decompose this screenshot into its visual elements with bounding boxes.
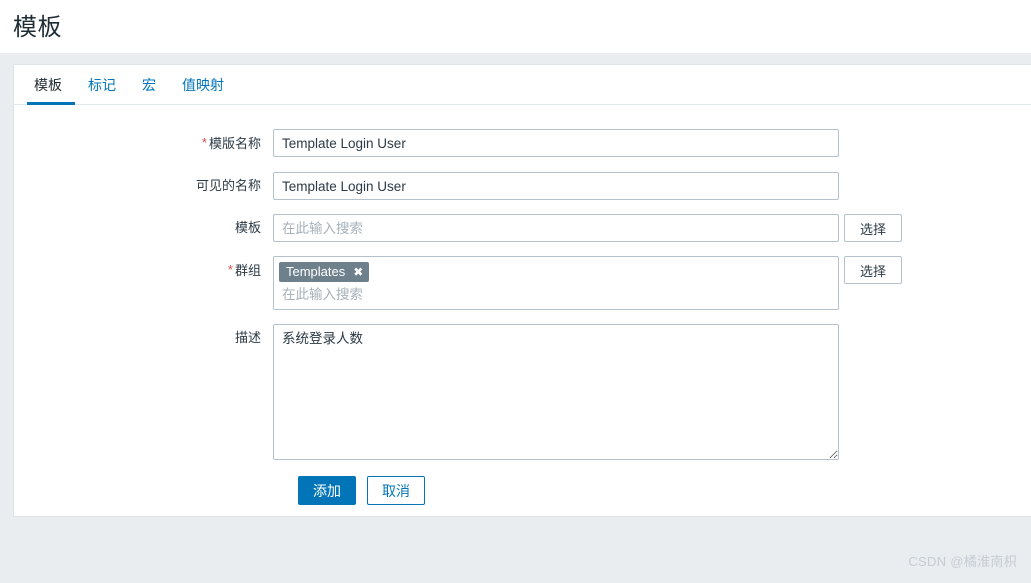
label-templates: 模板 <box>14 214 273 242</box>
close-icon[interactable]: ✖ <box>353 266 363 278</box>
field-description <box>273 324 839 460</box>
templates-search-input[interactable] <box>273 214 839 242</box>
tab-bar: 模板 标记 宏 值映射 <box>14 65 1031 105</box>
tab-value-mapping[interactable]: 值映射 <box>169 65 237 104</box>
field-row-templates: 模板 选择 <box>14 214 1031 242</box>
field-row-visible-name: 可见的名称 <box>14 172 1031 200</box>
tab-template[interactable]: 模板 <box>27 65 75 105</box>
cancel-button[interactable]: 取消 <box>367 476 425 505</box>
required-asterisk-icon: * <box>201 135 207 150</box>
visible-name-input[interactable] <box>273 172 839 200</box>
label-templates-text: 模板 <box>234 220 261 235</box>
page-header: 模板 <box>0 0 1031 53</box>
tab-macros-label: 宏 <box>142 76 156 93</box>
field-row-template-name: * 模版名称 <box>14 129 1031 158</box>
label-visible-name-text: 可见的名称 <box>195 178 261 193</box>
template-form: *模版名称 可见的名称 模板 选择 *群组 <box>14 105 1031 505</box>
groups-select-button[interactable]: 选择 <box>844 256 902 284</box>
description-textarea[interactable] <box>273 324 839 460</box>
field-row-description: 描述 <box>14 324 1031 460</box>
field-groups: Templates ✖ 选择 <box>273 256 902 310</box>
field-templates: 选择 <box>273 214 902 242</box>
tab-template-label: 模板 <box>34 76 62 93</box>
watermark: CSDN @橘淮南枳 <box>908 554 1017 569</box>
group-chip-label: Templates <box>286 264 346 279</box>
tab-value-mapping-label: 值映射 <box>182 76 224 93</box>
label-description-text: 描述 <box>234 330 261 345</box>
add-button[interactable]: 添加 <box>298 476 356 505</box>
label-description: 描述 <box>14 324 273 352</box>
field-row-groups: *群组 Templates ✖ 选择 <box>14 256 1031 310</box>
label-visible-name: 可见的名称 <box>14 172 273 200</box>
label-template-name-text: 模版名称 <box>208 136 261 151</box>
groups-search-input[interactable] <box>279 283 839 305</box>
tab-tags[interactable]: 标记 <box>75 65 129 104</box>
field-template-name <box>273 129 839 157</box>
form-actions: 添加 取消 <box>14 476 1031 505</box>
tab-macros[interactable]: 宏 <box>129 65 169 104</box>
template-form-card: 模板 标记 宏 值映射 *模版名称 可见的名称 <box>13 64 1031 517</box>
required-asterisk-icon: * <box>227 262 233 277</box>
field-visible-name <box>273 172 839 200</box>
template-name-input[interactable] <box>273 129 839 157</box>
groups-multiselect[interactable]: Templates ✖ <box>273 256 839 310</box>
group-chip-templates[interactable]: Templates ✖ <box>279 262 370 282</box>
tab-tags-label: 标记 <box>88 76 116 93</box>
label-groups: * 群组 <box>14 256 273 285</box>
label-groups-text: 群组 <box>234 263 261 278</box>
templates-select-button[interactable]: 选择 <box>844 214 902 242</box>
page-title: 模板 <box>13 14 62 41</box>
label-template-name: * 模版名称 <box>14 129 273 158</box>
